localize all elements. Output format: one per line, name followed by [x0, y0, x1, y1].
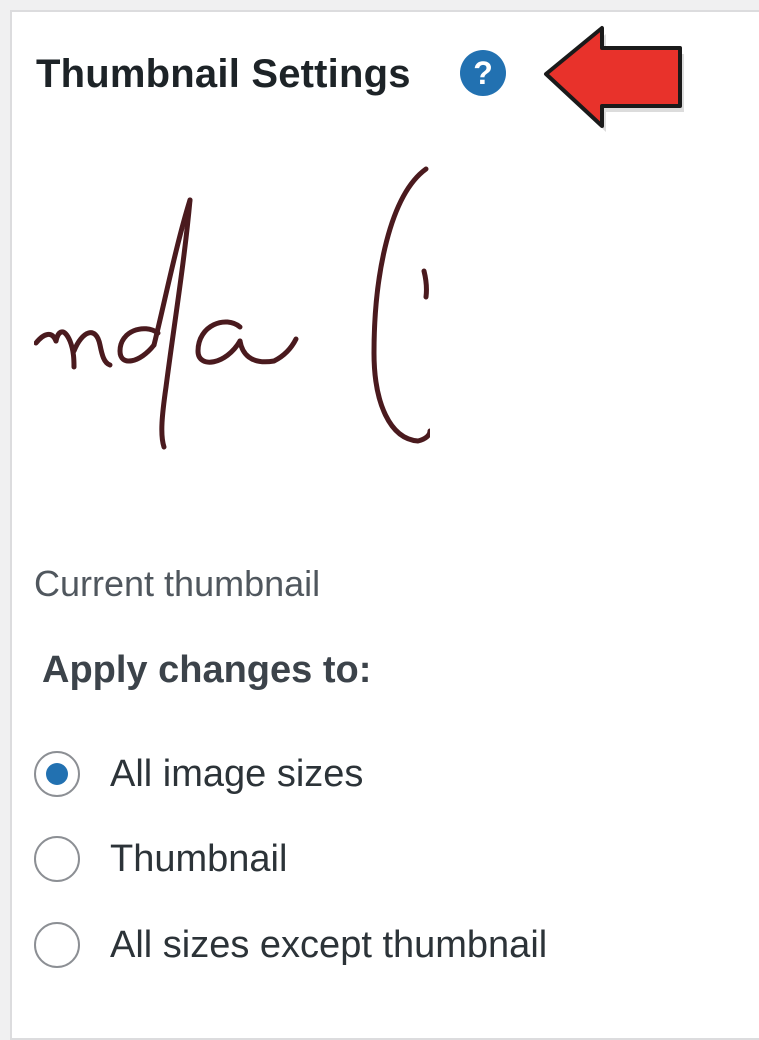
radio-thumbnail[interactable] — [34, 836, 80, 882]
radio-all-sizes-except-thumbnail[interactable] — [34, 922, 80, 968]
option-label-thumbnail: Thumbnail — [110, 837, 288, 880]
apply-changes-label: Apply changes to: — [42, 649, 372, 691]
option-all-sizes-except-thumbnail[interactable]: All sizes except thumbnail — [34, 917, 547, 973]
red-arrow-left-icon — [539, 21, 687, 133]
panel-title: Thumbnail Settings — [36, 52, 411, 96]
help-question-icon[interactable]: ? — [460, 50, 506, 96]
current-thumbnail-caption: Current thumbnail — [34, 563, 321, 604]
radio-selected-dot — [46, 763, 68, 785]
current-thumbnail-image — [34, 155, 430, 455]
radio-all-image-sizes[interactable] — [34, 751, 80, 797]
option-label-all-sizes-except-thumbnail: All sizes except thumbnail — [110, 923, 548, 966]
signature-image — [34, 166, 430, 450]
option-all-image-sizes[interactable]: All image sizes — [34, 746, 363, 802]
option-thumbnail[interactable]: Thumbnail — [34, 831, 287, 887]
option-label-all-image-sizes: All image sizes — [110, 752, 364, 795]
